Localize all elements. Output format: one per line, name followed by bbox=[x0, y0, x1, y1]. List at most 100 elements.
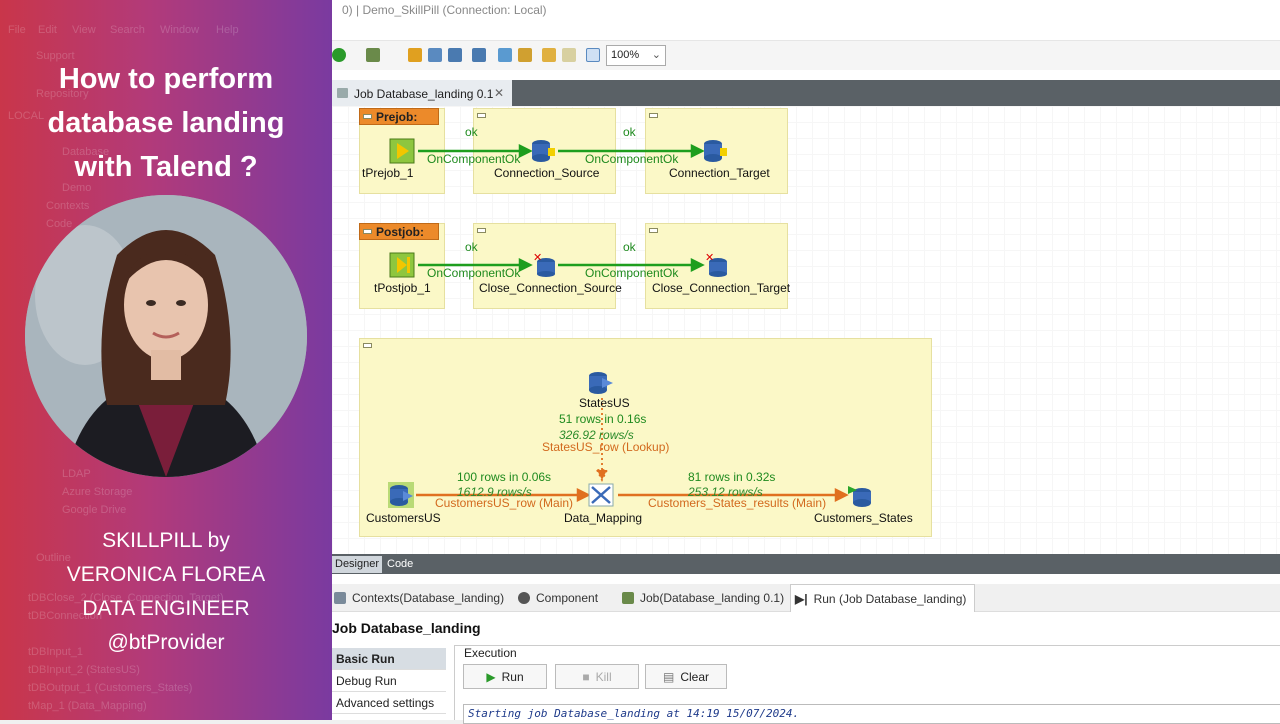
chevron-down-icon: ⌄ bbox=[651, 49, 661, 61]
output-link-label: Customers_States_results (Main) bbox=[648, 496, 827, 510]
contexts-icon bbox=[334, 592, 346, 604]
paste-icon[interactable] bbox=[518, 48, 532, 62]
credit-line: DATA ENGINEER bbox=[82, 597, 250, 620]
advanced-settings-item[interactable]: Advanced settings bbox=[332, 692, 446, 714]
close-target-component[interactable]: ✕ bbox=[704, 251, 730, 278]
lookup-rows-stat: 51 rows in 0.16s bbox=[559, 412, 647, 426]
views-tabbar: Contexts(Database_landing) Component Job… bbox=[332, 584, 1280, 612]
statesus-label: StatesUS bbox=[579, 396, 630, 410]
ghost-menu-help: Help bbox=[216, 24, 239, 36]
window-title: 0) | Demo_SkillPill (Connection: Local) bbox=[332, 0, 1280, 20]
run-button[interactable]: ▶ Run bbox=[463, 664, 547, 689]
credit-line: VERONICA FLOREA bbox=[66, 563, 266, 586]
close-target-label: Close_Connection_Target bbox=[652, 281, 791, 295]
close-source-component[interactable]: ✕ bbox=[532, 251, 558, 278]
ghost-outline-4: tDBInput_2 (StatesUS) bbox=[28, 664, 140, 676]
redo-icon[interactable] bbox=[562, 48, 576, 62]
ghost-code: Code bbox=[46, 218, 73, 230]
kill-button-label: Kill bbox=[595, 670, 612, 684]
trigger-label: OnComponentOk bbox=[585, 152, 679, 166]
promo-panel: File Edit View Search Window Help Suppor… bbox=[0, 0, 332, 720]
designer-code-tabbar: Designer Code bbox=[332, 554, 1280, 574]
console-output[interactable]: Starting job Database_landing at 14:19 1… bbox=[463, 704, 1280, 724]
close-icon[interactable]: ✕ bbox=[494, 86, 504, 100]
basic-run-item[interactable]: Basic Run bbox=[332, 648, 446, 670]
tab-component[interactable]: Component bbox=[518, 591, 598, 605]
tprejob-component[interactable] bbox=[389, 138, 415, 164]
main-toolbar: 100% ⌄ bbox=[332, 40, 1280, 70]
ok-label: ok bbox=[623, 125, 636, 139]
promo-credits: SKILLPILL by VERONICA FLOREA DATA ENGINE… bbox=[0, 524, 332, 660]
job-designer-canvas[interactable]: Prejob: Postjob: tPrejob_1 OnComponentOk… bbox=[332, 106, 1280, 554]
undo-icon[interactable] bbox=[542, 48, 556, 62]
zoom-select[interactable]: 100% ⌄ bbox=[606, 45, 666, 66]
ghost-contexts: Contexts bbox=[46, 200, 90, 212]
lookup-link-label: StatesUS_row (Lookup) bbox=[542, 440, 670, 454]
data-mapping-label: Data_Mapping bbox=[564, 511, 643, 525]
title-line: How to perform bbox=[58, 63, 274, 95]
debug-run-item[interactable]: Debug Run bbox=[332, 670, 446, 692]
job-icon bbox=[337, 88, 348, 98]
component-icon bbox=[518, 592, 530, 604]
clear-button[interactable]: ▤ Clear bbox=[645, 664, 727, 689]
export-icon[interactable] bbox=[448, 48, 462, 62]
tab-designer[interactable]: Designer bbox=[332, 556, 383, 573]
trigger-label: OnComponentOk bbox=[427, 152, 521, 166]
ghost-ldap: LDAP bbox=[62, 468, 91, 480]
credit-line: @btProvider bbox=[107, 631, 225, 654]
edit-icon[interactable] bbox=[408, 48, 422, 62]
svg-text:✕: ✕ bbox=[533, 252, 542, 264]
svg-text:✕: ✕ bbox=[705, 252, 714, 264]
execution-group: Execution ▶ Run ■ Kill ▤ Clear Starting job… bbox=[454, 645, 1280, 724]
run-view-title: Job Database_landing bbox=[332, 620, 481, 636]
tab-run[interactable]: ▶| Run (Job Database_landing) bbox=[790, 584, 976, 612]
tab-code[interactable]: Code bbox=[384, 556, 416, 573]
tool-icon[interactable] bbox=[428, 48, 442, 62]
connection-source-component[interactable] bbox=[530, 138, 556, 164]
kill-icon: ■ bbox=[582, 670, 590, 684]
play-icon: ▶ bbox=[486, 670, 496, 684]
tpostjob-component[interactable] bbox=[389, 252, 415, 278]
tab-contexts[interactable]: Contexts(Database_landing) bbox=[334, 591, 504, 605]
tab-job-database-landing[interactable]: Job Database_landing 0.1 ✕ bbox=[332, 80, 512, 106]
input-link-label: CustomersUS_row (Main) bbox=[435, 496, 574, 510]
ghost-menu-window: Window bbox=[160, 24, 200, 36]
import-icon[interactable] bbox=[472, 48, 486, 62]
customers-states-component[interactable] bbox=[847, 482, 873, 508]
job-design-icon[interactable] bbox=[366, 48, 380, 62]
connection-source-label: Connection_Source bbox=[494, 166, 600, 180]
tab-job[interactable]: Job(Database_landing 0.1) bbox=[622, 591, 784, 605]
run-tab-icon: ▶| bbox=[795, 592, 808, 606]
tab-label: Job Database_landing 0.1 bbox=[354, 87, 494, 101]
run-icon[interactable] bbox=[332, 48, 346, 62]
customersus-component[interactable] bbox=[388, 482, 414, 508]
connection-target-label: Connection_Target bbox=[669, 166, 770, 180]
statesus-component[interactable] bbox=[588, 370, 614, 396]
job-icon bbox=[622, 592, 634, 604]
output-rows-stat: 81 rows in 0.32s bbox=[688, 470, 776, 484]
promo-title: How to perform database landing with Tal… bbox=[0, 57, 332, 189]
ghost-menu-search: Search bbox=[110, 24, 145, 36]
kill-button[interactable]: ■ Kill bbox=[555, 664, 639, 689]
trigger-label: OnComponentOk bbox=[585, 266, 679, 280]
title-line: database landing bbox=[47, 107, 285, 139]
data-mapping-component[interactable] bbox=[588, 482, 614, 508]
presenter-photo bbox=[25, 195, 307, 477]
tab-label: Contexts(Database_landing) bbox=[352, 591, 505, 605]
clear-button-label: Clear bbox=[680, 670, 710, 684]
ghost-menu-file: File bbox=[8, 24, 26, 36]
copy-icon[interactable] bbox=[498, 48, 512, 62]
tab-label: Run (Job Database_landing) bbox=[813, 592, 967, 606]
zoom-value: 100% bbox=[611, 49, 640, 61]
connection-target-component[interactable] bbox=[702, 138, 728, 164]
customers-states-label: Customers_States bbox=[814, 511, 913, 525]
ok-label: ok bbox=[465, 240, 478, 254]
grid-icon[interactable] bbox=[586, 48, 600, 62]
clear-icon: ▤ bbox=[662, 670, 675, 684]
title-line: with Talend ? bbox=[74, 151, 258, 183]
ghost-azure: Azure Storage bbox=[62, 486, 133, 498]
close-source-label: Close_Connection_Source bbox=[479, 281, 622, 295]
tab-label: Job(Database_landing 0.1) bbox=[640, 591, 785, 605]
tprejob-label: tPrejob_1 bbox=[362, 166, 414, 180]
run-mode-list: Basic Run Debug Run Advanced settings bbox=[332, 648, 446, 714]
